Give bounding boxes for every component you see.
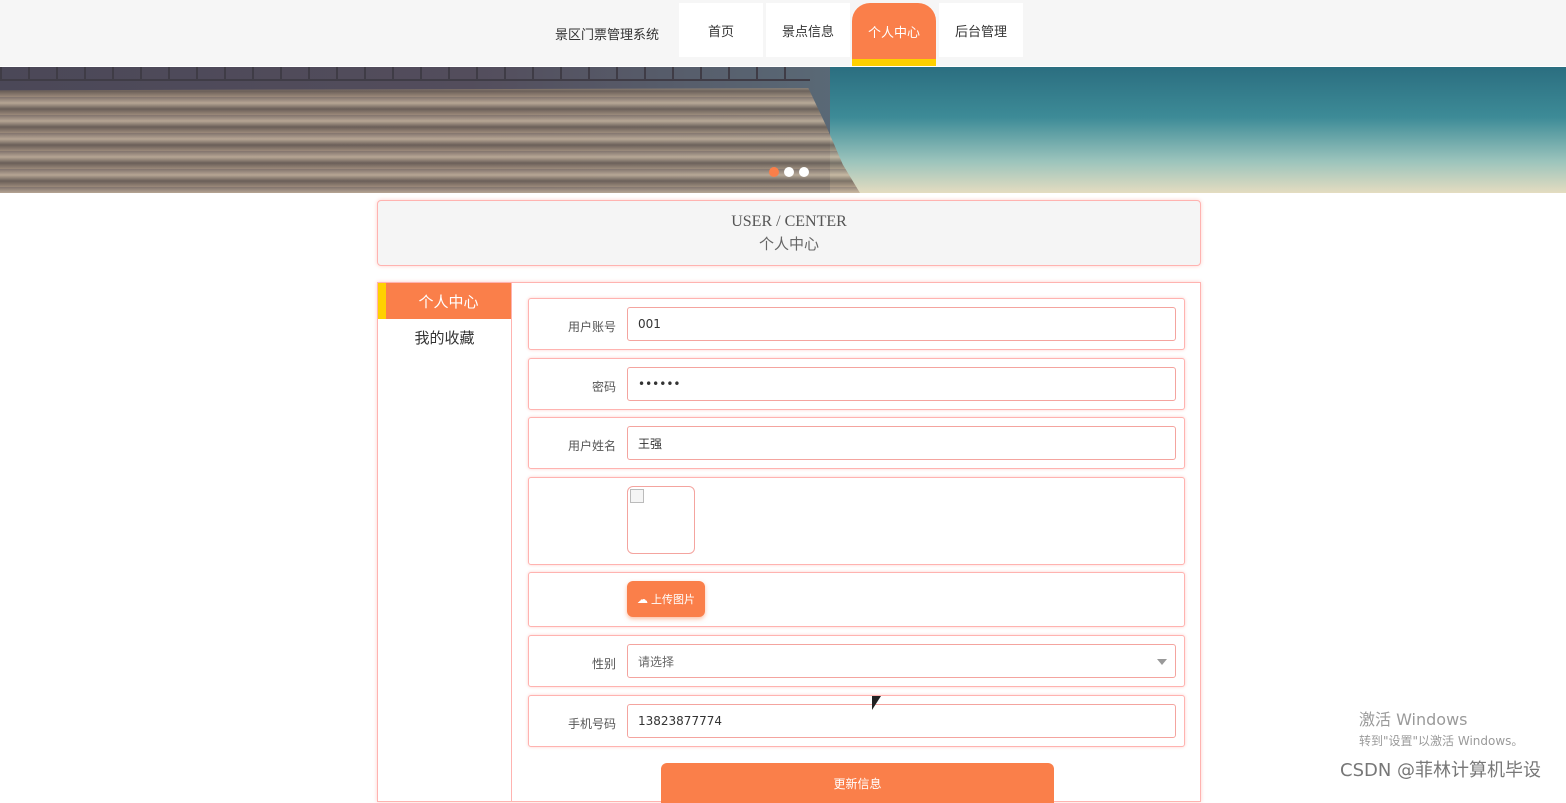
side-menu: 个人中心 我的收藏 (378, 283, 512, 801)
nav-user-center[interactable]: 个人中心 (852, 3, 936, 66)
top-navbar: 景区门票管理系统 首页 景点信息 个人中心 后台管理 (0, 0, 1566, 66)
gender-select[interactable]: 请选择 (627, 644, 1176, 678)
nav-admin[interactable]: 后台管理 (939, 3, 1023, 57)
gender-label: 性别 (591, 657, 616, 671)
form-row-avatar (528, 477, 1185, 565)
carousel-dot-1[interactable] (769, 167, 779, 177)
csdn-watermark: CSDN @菲林计算机毕设 (1340, 760, 1542, 781)
site-brand: 景区门票管理系统 (555, 28, 660, 43)
form-row-name: 用户姓名 王强 (528, 417, 1185, 469)
name-label: 用户姓名 (567, 439, 616, 453)
account-label: 用户账号 (567, 320, 616, 334)
phone-label: 手机号码 (567, 717, 616, 731)
password-label: 密码 (591, 380, 616, 394)
user-center-title-en: USER / CENTER (731, 213, 847, 230)
side-item-favorites[interactable]: 我的收藏 (378, 319, 511, 355)
banner-pier-image (0, 88, 860, 193)
form-row-phone: 手机号码 13823877774 (528, 695, 1185, 747)
watermark-line-1: 激活 Windows (1359, 710, 1468, 729)
broken-image-icon (630, 489, 644, 503)
user-center-header: USER / CENTER 个人中心 (377, 200, 1201, 266)
upload-button-label: 上传图片 (651, 593, 695, 606)
mouse-cursor-icon (872, 696, 881, 710)
nav-attractions[interactable]: 景点信息 (766, 3, 850, 57)
cloud-upload-icon: ☁ (637, 592, 648, 606)
banner-sea-image (830, 67, 1566, 193)
password-input[interactable]: •••••• (627, 367, 1176, 401)
form-row-gender: 性别 请选择 (528, 635, 1185, 687)
form-row-upload: ☁ 上传图片 (528, 572, 1185, 627)
form-row-account: 用户账号 001 (528, 298, 1185, 350)
nav-home[interactable]: 首页 (679, 3, 763, 57)
gender-select-value: 请选择 (638, 654, 675, 669)
phone-input[interactable]: 13823877774 (627, 704, 1176, 738)
form-row-password: 密码 •••••• (528, 358, 1185, 410)
side-item-user-center[interactable]: 个人中心 (378, 283, 511, 319)
banner-carousel (0, 67, 1566, 193)
upload-image-button[interactable]: ☁ 上传图片 (627, 581, 705, 617)
carousel-dot-2[interactable] (784, 167, 794, 177)
user-center-title-cn: 个人中心 (758, 235, 819, 253)
carousel-indicators (769, 167, 809, 177)
windows-activation-watermark: 激活 Windows 转到"设置"以激活 Windows。 (1359, 706, 1523, 749)
account-input[interactable]: 001 (627, 307, 1176, 341)
watermark-line-2: 转到"设置"以激活 Windows。 (1359, 734, 1524, 748)
name-input[interactable]: 王强 (627, 426, 1176, 460)
user-center-panel: 个人中心 我的收藏 用户账号 001 密码 •••••• 用户姓名 王强 ☁ 上… (377, 282, 1201, 803)
chevron-down-icon (1157, 659, 1167, 665)
avatar-image (627, 486, 695, 554)
banner-railing (0, 67, 810, 81)
carousel-dot-3[interactable] (799, 167, 809, 177)
update-info-button[interactable]: 更新信息 (661, 763, 1054, 803)
